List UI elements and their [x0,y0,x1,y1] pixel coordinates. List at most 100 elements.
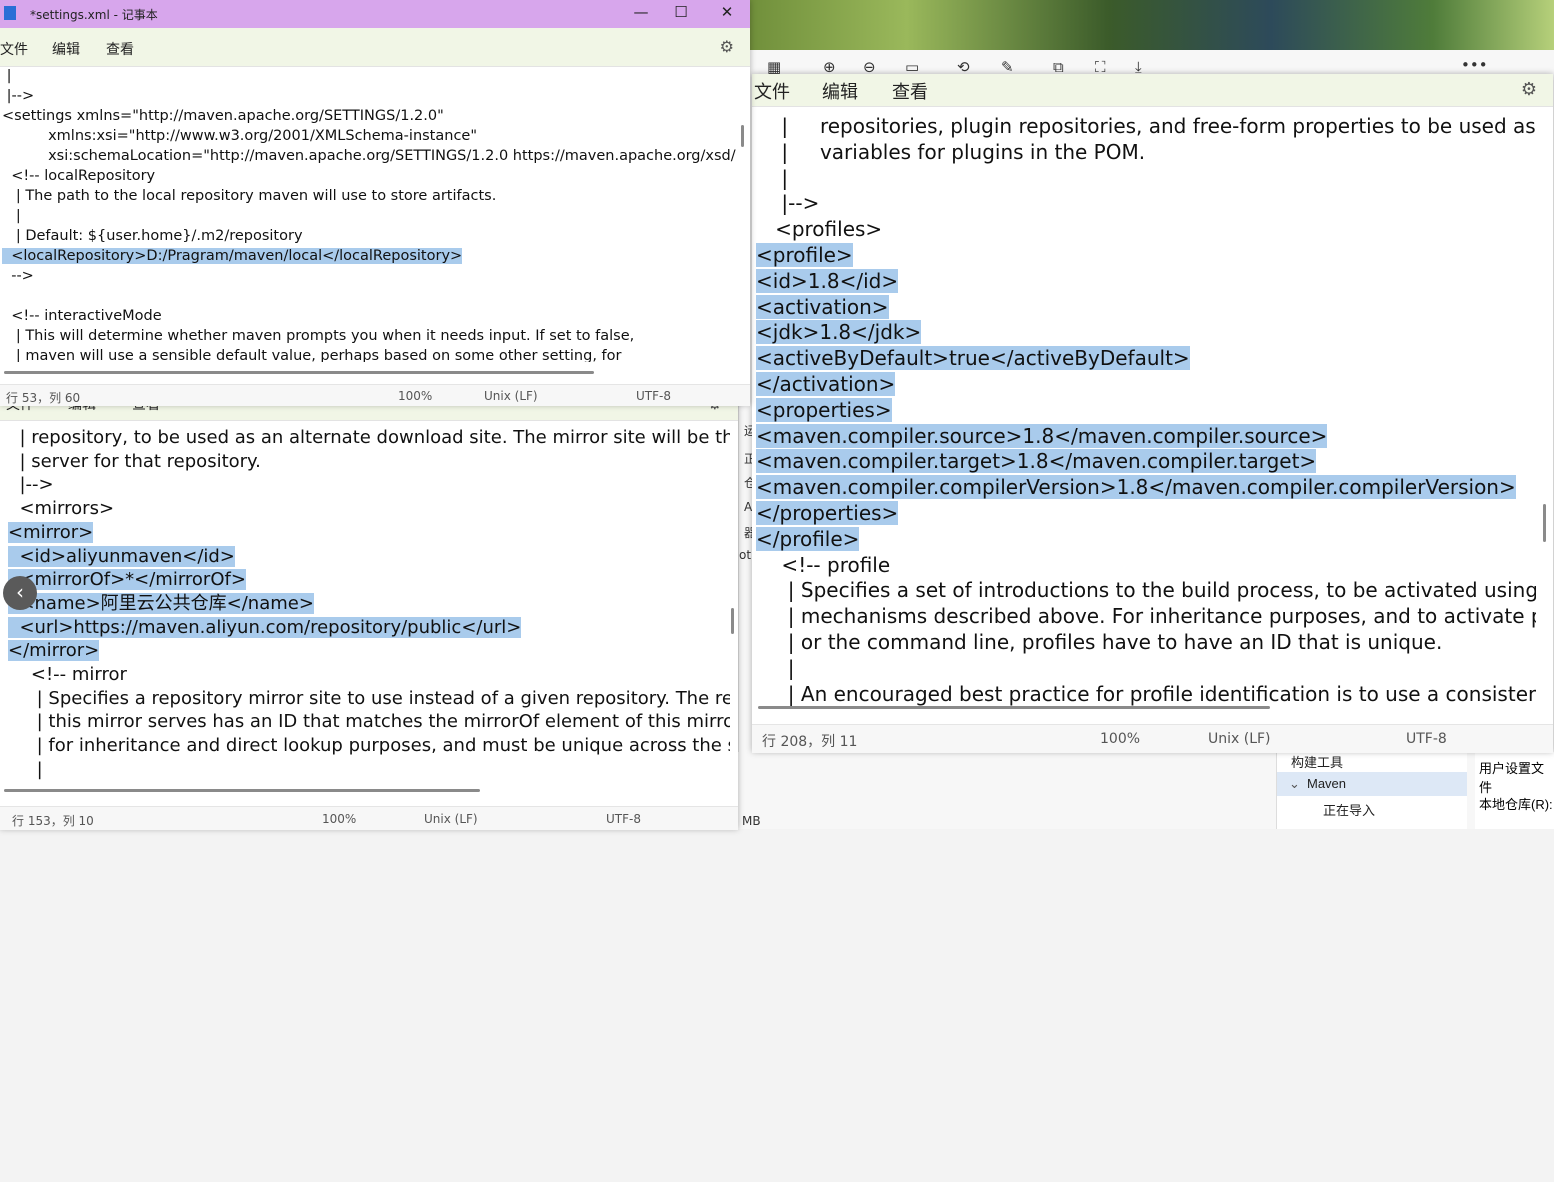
editor-line: | mechanisms described above. For inheri… [756,604,1536,630]
editor-line: <mirrors> [8,497,730,521]
line-text: | variables for plugins in the POM. [756,139,1146,164]
tree-item-build-tools[interactable]: 构建工具 [1291,752,1343,771]
tree-item-maven[interactable]: Maven [1307,776,1346,791]
line-ending: Unix (LF) [1208,731,1271,747]
menu-view[interactable]: 查看 [106,39,134,59]
line-text: | repositories, plugin repositories, and… [756,114,1536,138]
editor-line: | maven will use a sensible default valu… [2,346,740,362]
title-bar[interactable]: *settings.xml - 记事本 — ☐ ✕ [0,0,750,28]
selected-text: </activation> [756,371,896,396]
gear-icon[interactable]: ⚙ [720,37,734,56]
selected-text: </properties> [756,500,899,525]
line-text: | this mirror serves has an ID that matc… [8,711,730,733]
editor-line: --> [2,266,740,286]
editor-line: <name>阿里云公共仓库</name> [8,592,730,616]
line-text: | or the command line, profiles have to … [756,629,1443,654]
editor-line: | An encouraged best practice for profil… [756,682,1536,708]
editor-line: </mirror> [8,639,730,663]
editor-line: <mirror> [8,521,730,545]
line-text: | An encouraged best practice for profil… [756,681,1536,706]
line-text [2,288,7,304]
line-text: | repository, to be used as an alternate… [8,427,730,448]
chevron-left-icon[interactable]: ‹ [3,576,37,610]
menu-edit[interactable]: 编辑 [822,78,858,104]
status-bar: 行 153，列 10 100% Unix (LF) UTF-8 [0,806,738,830]
line-text: | [2,208,21,224]
line-text: <!-- localRepository [2,168,156,184]
line-text: | [756,165,789,190]
cursor-position: 行 208，列 11 [762,734,858,750]
selected-text: <mirror> [8,521,94,543]
tree-item-selected-bg [1277,772,1467,796]
editor-line: | for inheritance and direct lookup purp… [8,734,730,758]
menu-bar: 文件 编辑 查看 ⚙ [0,28,750,67]
zoom-level: 100% [322,812,357,826]
menu-view[interactable]: 查看 [892,78,928,104]
editor-line: | The path to the local repository maven… [2,186,740,206]
zoom-level: 100% [1100,731,1141,747]
editor-text-area[interactable]: | |--> <settings xmlns="http://maven.apac… [2,66,740,362]
window-title: *settings.xml - 记事本 [30,8,158,22]
status-bar: 行 53，列 60 100% Unix (LF) UTF-8 [0,384,750,406]
editor-line: | repositories, plugin repositories, and… [756,114,1536,140]
editor-line: <!-- mirror [8,663,730,687]
cursor-position: 行 153，列 10 [12,814,94,828]
vertical-scrollbar[interactable] [1543,504,1546,542]
maven-settings-panel: 用户设置文件 本地仓库(R): [1475,752,1554,829]
line-text: | [2,68,12,84]
vertical-scrollbar[interactable] [731,608,734,634]
editor-line: <properties> [756,397,1536,424]
editor-line: <mirrorOf>*</mirrorOf> [8,568,730,592]
menu-file[interactable]: 文件 [0,39,28,59]
editor-text-area[interactable]: | repository, to be used as an alternate… [8,426,730,1182]
selected-text: </profile> [756,526,860,551]
selected-text: <url>https://maven.aliyun.com/repository… [8,616,522,638]
minimize-button[interactable]: — [627,3,655,21]
editor-line: | this mirror serves has an ID that matc… [8,710,730,734]
editor-line: <settings xmlns="http://maven.apache.org… [2,106,740,126]
memory-label: MB [742,814,761,828]
line-text: <settings xmlns="http://maven.apache.org… [2,108,444,124]
editor-line: xsi:schemaLocation="http://maven.apache.… [2,146,740,166]
horizontal-scrollbar[interactable] [4,789,480,792]
editor-line: <!-- localRepository [2,166,740,186]
chevron-down-icon[interactable]: ⌄ [1289,776,1300,792]
horizontal-scrollbar[interactable] [4,371,594,374]
line-text: --> [2,268,34,284]
selected-text: <maven.compiler.compilerVersion>1.8</mav… [756,475,1516,500]
line-text: |--> [2,88,35,104]
editor-line: | Specifies a set of introductions to th… [756,578,1536,604]
line-text: xmlns:xsi="http://www.w3.org/2001/XMLSch… [2,128,478,144]
line-text: | The path to the local repository maven… [2,188,497,204]
close-button[interactable]: ✕ [713,3,741,21]
gear-icon[interactable]: ⚙ [1521,79,1537,100]
maximize-button[interactable]: ☐ [667,3,695,21]
editor-line: </profile> [756,526,1536,553]
horizontal-scrollbar[interactable] [758,706,1270,709]
line-ending: Unix (LF) [424,812,478,826]
menu-edit[interactable]: 编辑 [52,39,80,59]
editor-line: </activation> [756,371,1536,398]
line-text: <!-- interactiveMode [2,308,162,324]
selected-text: <id>1.8</id> [756,268,899,293]
notepad-app-icon [4,6,16,20]
editor-line: <maven.compiler.compilerVersion>1.8</mav… [756,475,1536,501]
line-text: | Specifies a set of introductions to th… [756,578,1536,603]
selected-text: <jdk>1.8</jdk> [756,320,922,345]
line-text: | [756,655,795,680]
selected-text: <maven.compiler.source>1.8</maven.compil… [756,423,1328,448]
editor-line: | [756,656,1536,682]
more-icon[interactable]: ••• [1461,56,1488,74]
encoding: UTF-8 [636,389,671,403]
menu-file[interactable]: 文件 [754,78,790,104]
line-ending: Unix (LF) [484,389,538,403]
editor-text-area[interactable]: | repositories, plugin repositories, and… [756,114,1536,728]
tree-item-importing[interactable]: 正在导入 [1323,800,1375,819]
vertical-scrollbar[interactable] [741,125,744,147]
line-text: <mirrors> [8,498,115,520]
menu-bar: 文件 编辑 查看 ⚙ [752,74,1553,107]
line-text: | mechanisms described above. For inheri… [756,604,1536,629]
editor-line: | [756,166,1536,192]
local-repo-label: 本地仓库(R): [1479,797,1553,812]
notepad-window-profiles: 文件 编辑 查看 ⚙ | repositories, plugin reposi… [752,74,1553,753]
